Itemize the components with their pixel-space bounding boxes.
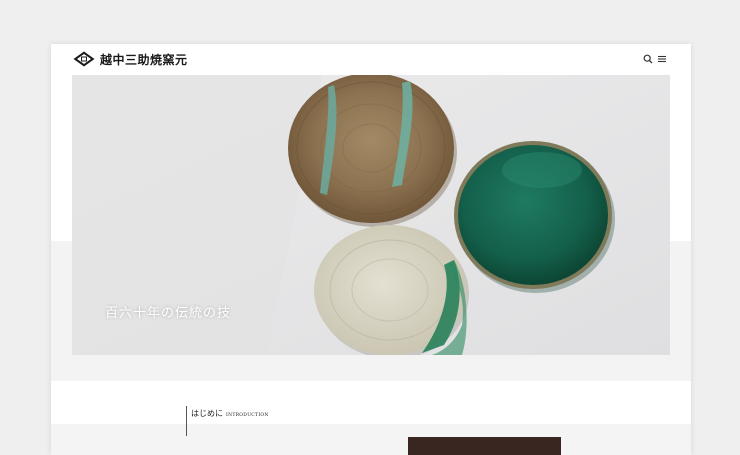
- logo-emblem-icon: [73, 51, 95, 67]
- browser-page: 越中三助焼窯元 百六十年の伝統の技 はじめに INTRODUCTION: [51, 44, 691, 455]
- section-heading: はじめに INTRODUCTION: [191, 408, 269, 419]
- search-icon[interactable]: [643, 54, 653, 64]
- logo-text: 越中三助焼窯元: [100, 52, 188, 67]
- content-band: [51, 424, 691, 455]
- site-header: 越中三助焼窯元: [51, 44, 691, 75]
- menu-icon[interactable]: [657, 54, 667, 64]
- header-icons: [643, 54, 667, 64]
- section-title-jp: はじめに: [191, 409, 223, 418]
- intro-image: [408, 437, 561, 455]
- hero-image: 百六十年の伝統の技: [72, 75, 670, 355]
- section-divider: [186, 406, 187, 436]
- hero-caption: 百六十年の伝統の技: [105, 306, 232, 321]
- section-title-en: INTRODUCTION: [226, 413, 269, 418]
- site-logo[interactable]: 越中三助焼窯元: [73, 50, 188, 68]
